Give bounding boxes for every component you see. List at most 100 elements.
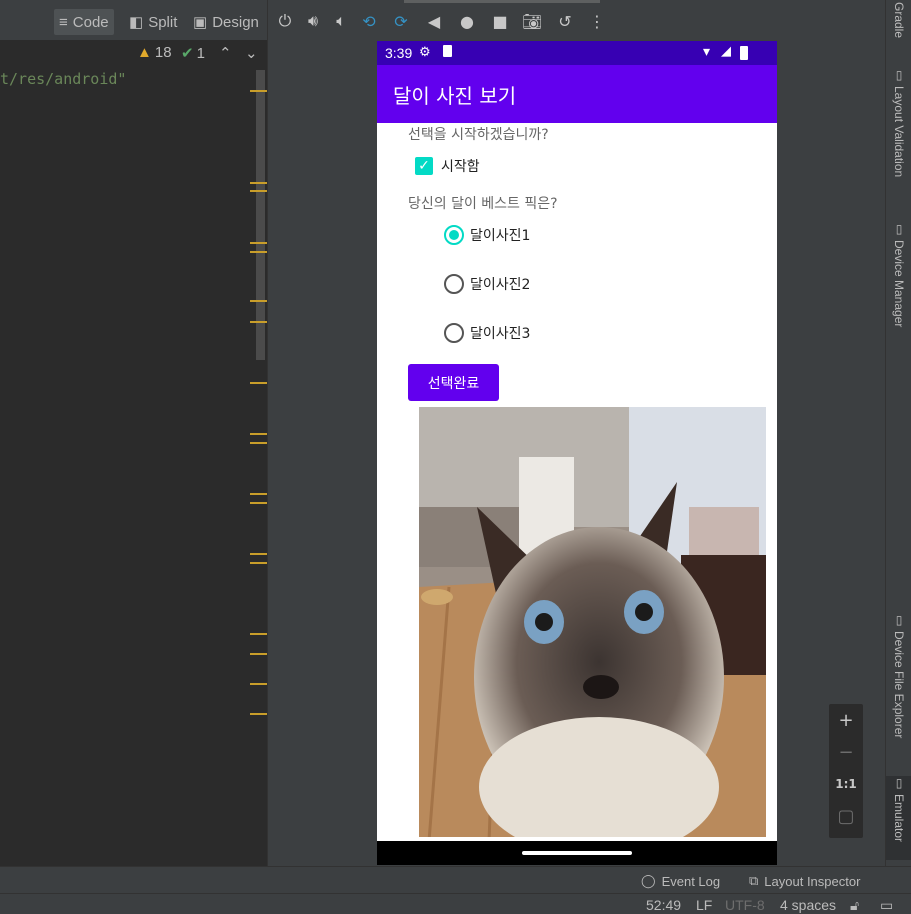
check-icon: ✔ — [181, 45, 194, 62]
event-log-button[interactable]: ◯ Event Log — [641, 873, 720, 889]
error-stripe-marker[interactable] — [250, 190, 267, 192]
tab-gradle[interactable]: Gradle — [886, 2, 911, 38]
home-button[interactable]: ● — [456, 10, 478, 32]
view-design-button[interactable]: ▣ Design — [188, 9, 264, 35]
radio-option-3[interactable]: 달이사진3 — [444, 323, 530, 343]
tab-label: Device Manager — [892, 240, 906, 328]
rotate-left-button[interactable]: ⟲ — [358, 10, 380, 32]
error-stripe-marker[interactable] — [250, 442, 267, 444]
right-tool-strip: Gradle ▯ Layout Validation ▯ Device Mana… — [885, 0, 911, 866]
back-button[interactable]: ◀ — [423, 10, 445, 32]
tab-device-manager[interactable]: ▯ Device Manager — [886, 222, 911, 327]
app-content: 선택을 시작하겠습니까? ✓ 시작함 당신의 달이 베스트 픽은? 달이사진1 … — [377, 123, 777, 841]
radio-option-1[interactable]: 달이사진1 — [444, 225, 530, 245]
error-stripe-marker[interactable] — [250, 182, 267, 184]
rotate-right-button[interactable]: ⟳ — [390, 10, 412, 32]
error-stripe-marker[interactable] — [250, 300, 267, 302]
snapshot-button[interactable]: ↺ — [554, 10, 576, 32]
memory-indicator-icon[interactable]: ▭ — [880, 897, 893, 914]
check-icon: ✓ — [418, 158, 430, 174]
layout-inspector-icon: ⧉ — [749, 873, 759, 888]
error-stripe-marker[interactable] — [250, 493, 267, 495]
view-split-button[interactable]: ◧ Split — [124, 9, 182, 35]
android-status-bar: 3:39 ⚙ ▾ ◢ — [377, 41, 777, 65]
tab-label: Emulator — [892, 794, 906, 843]
gesture-handle[interactable] — [522, 851, 632, 855]
code-editor[interactable]: ≡ Code ◧ Split ▣ Design ▲ 18 ✔ 1 ⌃ ⌄ t/res/an… — [0, 0, 268, 836]
app-bar: 달이 사진 보기 — [377, 65, 777, 123]
chevron-up-icon: ⌃ — [219, 45, 232, 62]
camera-icon: 📷︎ — [521, 11, 543, 31]
chevron-down-icon: ⌄ — [245, 45, 258, 62]
phone-screen[interactable]: 3:39 ⚙ ▾ ◢ 달이 사진 보기 선택을 시작하겠습니까? ✓ 시작함 당… — [377, 41, 777, 865]
radio-label: 달이사진1 — [470, 228, 531, 244]
settings-icon: ⚙ — [419, 44, 431, 59]
next-highlight-button[interactable]: ⌄ — [245, 44, 258, 62]
radio-button[interactable] — [444, 323, 464, 343]
wifi-icon: ▾ — [703, 43, 711, 59]
layout-inspector-button[interactable]: ⧉ Layout Inspector — [749, 873, 860, 889]
error-stripe-marker[interactable] — [250, 502, 267, 504]
volume-down-icon: 🔈︎ — [336, 11, 346, 30]
error-stripe-marker[interactable] — [250, 633, 267, 635]
snapshot-icon: ↺ — [558, 11, 572, 31]
error-stripe-marker[interactable] — [250, 242, 267, 244]
warning-icon: ▲ — [137, 44, 152, 61]
volume-down-button[interactable]: 🔈︎ — [330, 10, 352, 32]
start-checkbox[interactable]: ✓ — [415, 157, 433, 175]
checks-indicator[interactable]: ✔ 1 — [181, 44, 205, 63]
overview-button[interactable]: ■ — [489, 10, 511, 32]
more-button[interactable]: ⋮ — [586, 10, 608, 32]
radio-label: 달이사진3 — [470, 326, 531, 342]
sd-card-icon — [443, 45, 452, 57]
error-stripe-marker[interactable] — [250, 553, 267, 555]
emulator-toolbar: ⏻ 🔊︎ 🔈︎ ⟲ ⟳ ◀ ● ■ 📷︎ ↺ ⋮ — [268, 0, 885, 40]
radio-button-selected[interactable] — [444, 225, 464, 245]
rotate-right-icon: ⟳ — [394, 11, 408, 31]
radio-button[interactable] — [444, 274, 464, 294]
indent-setting[interactable]: 4 spaces — [780, 897, 836, 913]
editor-scrollbar[interactable] — [256, 70, 265, 360]
error-stripe-marker[interactable] — [250, 433, 267, 435]
error-stripe-marker[interactable] — [250, 562, 267, 564]
screenshot-button[interactable]: 📷︎ — [521, 10, 543, 32]
zoom-actual-button[interactable]: 1:1 — [829, 768, 863, 800]
bottom-tool-bar: ◯ Event Log ⧉ Layout Inspector — [0, 866, 911, 893]
zoom-out-button[interactable]: − — [829, 736, 863, 768]
warnings-indicator[interactable]: ▲ 18 — [137, 44, 172, 61]
error-stripe-marker[interactable] — [250, 382, 267, 384]
back-icon: ◀ — [427, 11, 441, 31]
zoom-fit-button[interactable]: ▢ — [829, 800, 863, 832]
zoom-in-button[interactable]: + — [829, 704, 863, 736]
prev-highlight-button[interactable]: ⌃ — [219, 44, 232, 62]
lock-icon[interactable]: 🔓︎ — [850, 897, 859, 914]
volume-up-icon: 🔊︎ — [307, 11, 319, 30]
radio-label: 달이사진2 — [470, 277, 531, 293]
layout-validation-icon: ▯ — [895, 68, 903, 82]
rotate-left-icon: ⟲ — [362, 11, 376, 31]
error-stripe-marker[interactable] — [250, 321, 267, 323]
line-separator[interactable]: LF — [696, 897, 712, 913]
event-log-icon: ◯ — [641, 873, 656, 888]
tab-device-file-explorer[interactable]: ▯ Device File Explorer — [886, 613, 911, 738]
tab-layout-validation[interactable]: ▯ Layout Validation — [886, 68, 911, 177]
question-start-label: 선택을 시작하겠습니까? — [408, 127, 549, 143]
more-vert-icon: ⋮ — [589, 11, 605, 31]
caret-position[interactable]: 52:49 — [646, 897, 681, 913]
volume-up-button[interactable]: 🔊︎ — [302, 10, 324, 32]
error-stripe-marker[interactable] — [250, 90, 267, 92]
error-stripe-marker[interactable] — [250, 683, 267, 685]
emulator-tab-indicator — [404, 0, 600, 3]
code-line: t/res/android" — [0, 70, 127, 88]
radio-option-2[interactable]: 달이사진2 — [444, 274, 530, 294]
file-encoding[interactable]: UTF-8 — [725, 897, 765, 913]
error-stripe-marker[interactable] — [250, 713, 267, 715]
tab-emulator[interactable]: ▯ Emulator — [886, 776, 911, 860]
start-checkbox-row[interactable]: ✓ 시작함 — [415, 156, 480, 176]
view-code-button[interactable]: ≡ Code — [54, 9, 114, 35]
submit-button[interactable]: 선택완료 — [408, 364, 499, 401]
power-button[interactable]: ⏻ — [274, 10, 296, 32]
start-checkbox-label: 시작함 — [441, 159, 480, 175]
error-stripe-marker[interactable] — [250, 653, 267, 655]
error-stripe-marker[interactable] — [250, 251, 267, 253]
